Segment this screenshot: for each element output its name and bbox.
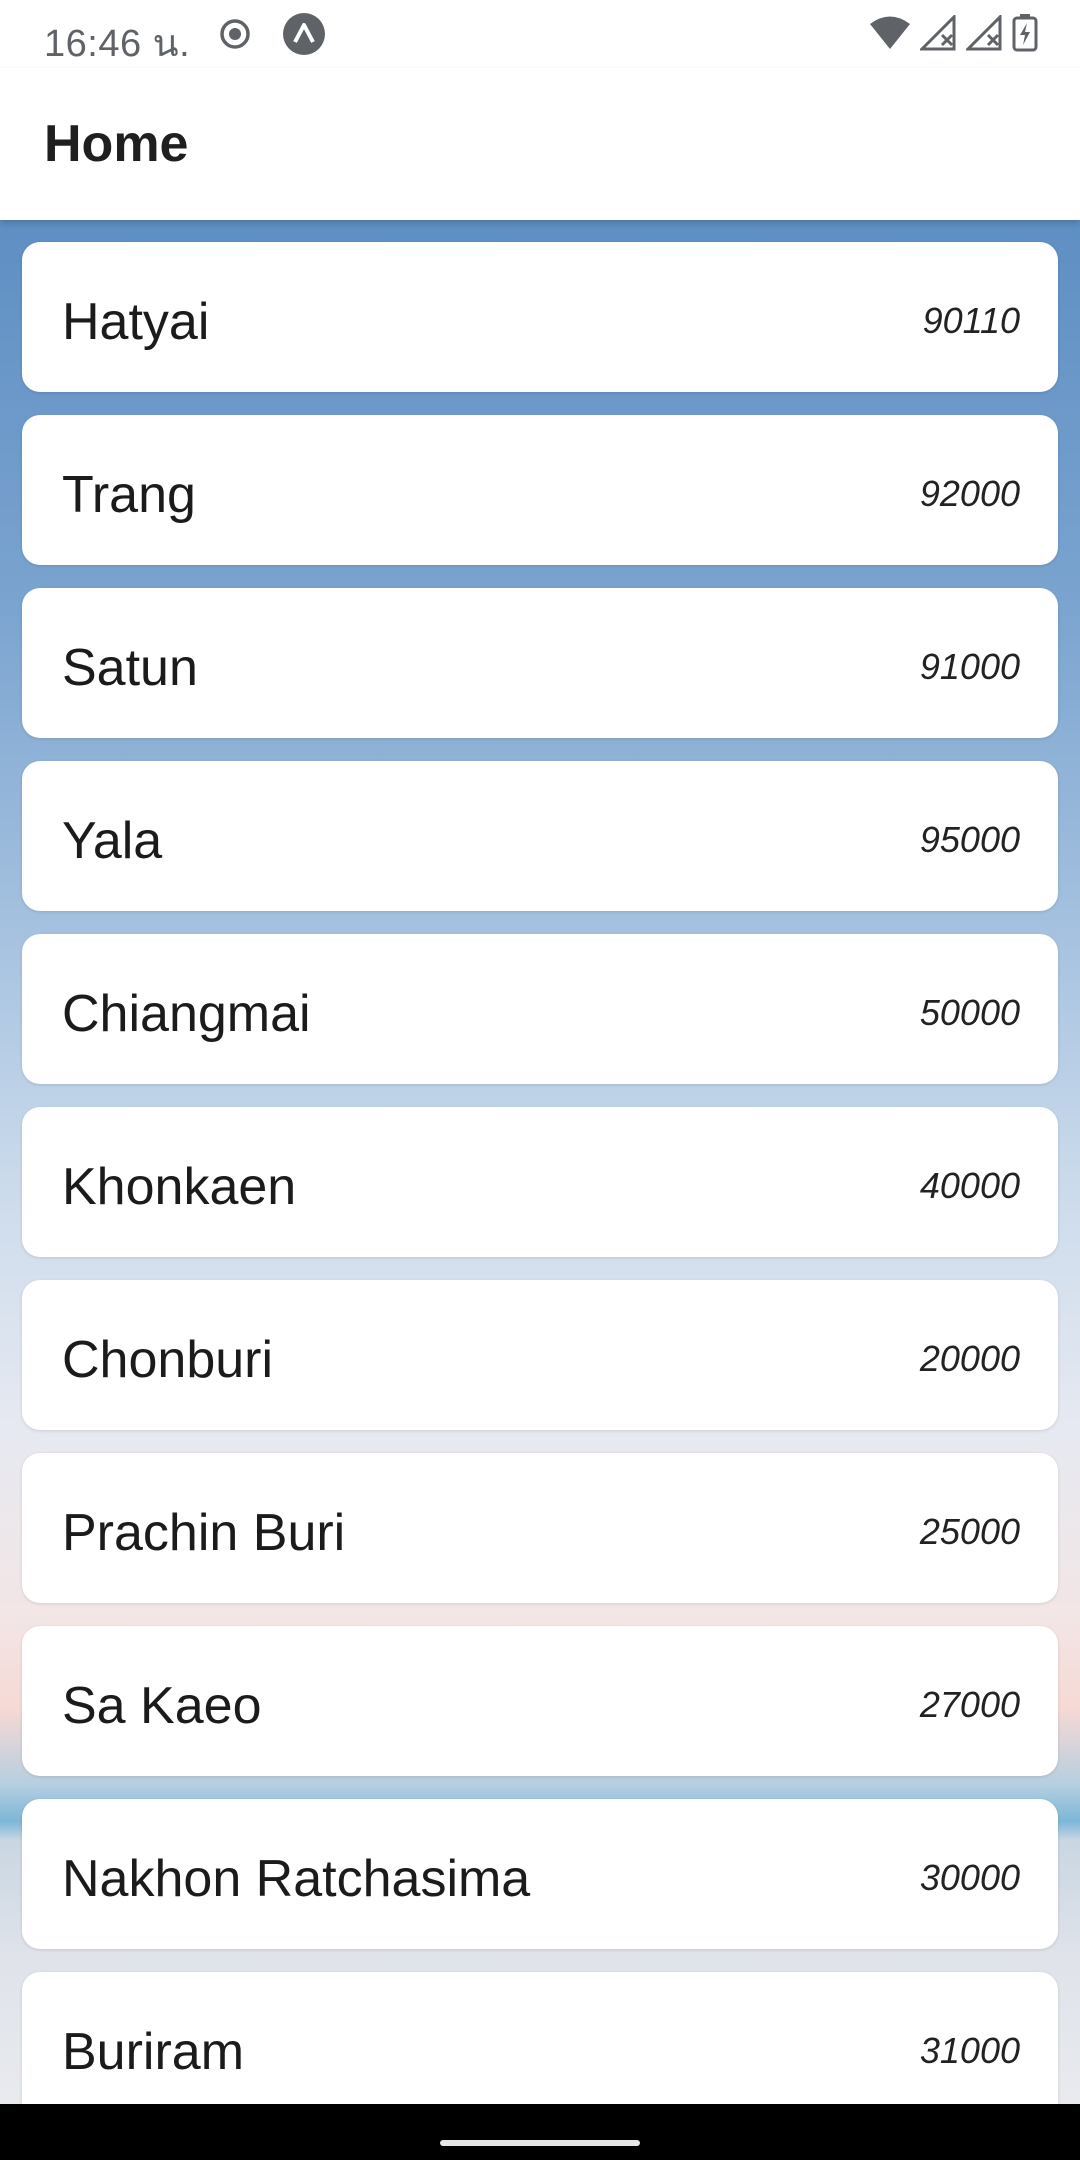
app-bar: Home bbox=[0, 68, 1080, 220]
list-item-name: Yala bbox=[62, 812, 163, 870]
list-item-name: Chiangmai bbox=[62, 985, 311, 1043]
home-gesture-handle[interactable] bbox=[440, 2140, 640, 2146]
app-notification-icon bbox=[282, 12, 326, 61]
list-item-name: Satun bbox=[62, 639, 198, 697]
battery-icon bbox=[1012, 14, 1038, 57]
list-item-postal-code: 25000 bbox=[919, 1511, 1020, 1552]
screen: 16:46 น. Home Hatyai 90110 Trang 92000 S… bbox=[0, 0, 1080, 2160]
list-item-postal-code: 91000 bbox=[919, 646, 1020, 687]
list-item[interactable]: Buriram 31000 bbox=[22, 1972, 1058, 2104]
list-item[interactable]: Khonkaen 40000 bbox=[22, 1107, 1058, 1257]
list-item[interactable]: Satun 91000 bbox=[22, 588, 1058, 738]
list-item-name: Buriram bbox=[62, 2023, 245, 2081]
list-item[interactable]: Nakhon Ratchasima 30000 bbox=[22, 1799, 1058, 1949]
wifi-icon bbox=[868, 15, 912, 56]
list-item-postal-code: 27000 bbox=[919, 1684, 1020, 1725]
status-bar: 16:46 น. bbox=[0, 0, 1080, 68]
list-item-name: Chonburi bbox=[62, 1331, 274, 1389]
list-item[interactable]: Chiangmai 50000 bbox=[22, 934, 1058, 1084]
list-item[interactable]: Yala 95000 bbox=[22, 761, 1058, 911]
list-item-postal-code: 50000 bbox=[919, 992, 1020, 1033]
list-item-postal-code: 31000 bbox=[919, 2030, 1020, 2071]
list-item[interactable]: Prachin Buri 25000 bbox=[22, 1453, 1058, 1603]
list-item-postal-code: 20000 bbox=[919, 1338, 1020, 1379]
list-item-postal-code: 90110 bbox=[922, 300, 1020, 341]
content-area[interactable]: Hatyai 90110 Trang 92000 Satun 91000 Yala 95000… bbox=[0, 220, 1080, 2104]
list-item[interactable]: Sa Kaeo 27000 bbox=[22, 1626, 1058, 1776]
list-item[interactable]: Trang 92000 bbox=[22, 415, 1058, 565]
list-item[interactable]: Chonburi 20000 bbox=[22, 1280, 1058, 1430]
signal-icon bbox=[964, 13, 1004, 56]
list-item-postal-code: 40000 bbox=[919, 1165, 1020, 1206]
list-item-postal-code: 95000 bbox=[919, 819, 1020, 860]
list-item-name: Trang bbox=[62, 466, 196, 524]
list-item-name: Prachin Buri bbox=[62, 1504, 346, 1562]
list-item[interactable]: Hatyai 90110 bbox=[22, 242, 1058, 392]
list-item-name: Hatyai bbox=[62, 293, 210, 351]
status-time: 16:46 น. bbox=[44, 23, 191, 65]
page-title: Home bbox=[44, 115, 189, 173]
record-icon bbox=[218, 17, 252, 56]
status-right-icons bbox=[868, 13, 1038, 57]
list-item-name: Khonkaen bbox=[62, 1158, 297, 1216]
card-list[interactable]: Hatyai 90110 Trang 92000 Satun 91000 Yala 95000… bbox=[22, 242, 1058, 2104]
list-item-name: Nakhon Ratchasima bbox=[62, 1850, 531, 1908]
status-left-icons bbox=[218, 12, 326, 61]
list-item-name: Sa Kaeo bbox=[62, 1677, 262, 1735]
list-item-postal-code: 30000 bbox=[919, 1857, 1020, 1898]
navigation-bar bbox=[0, 2104, 1080, 2160]
signal-icon bbox=[918, 13, 958, 56]
list-item-postal-code: 92000 bbox=[919, 473, 1020, 514]
